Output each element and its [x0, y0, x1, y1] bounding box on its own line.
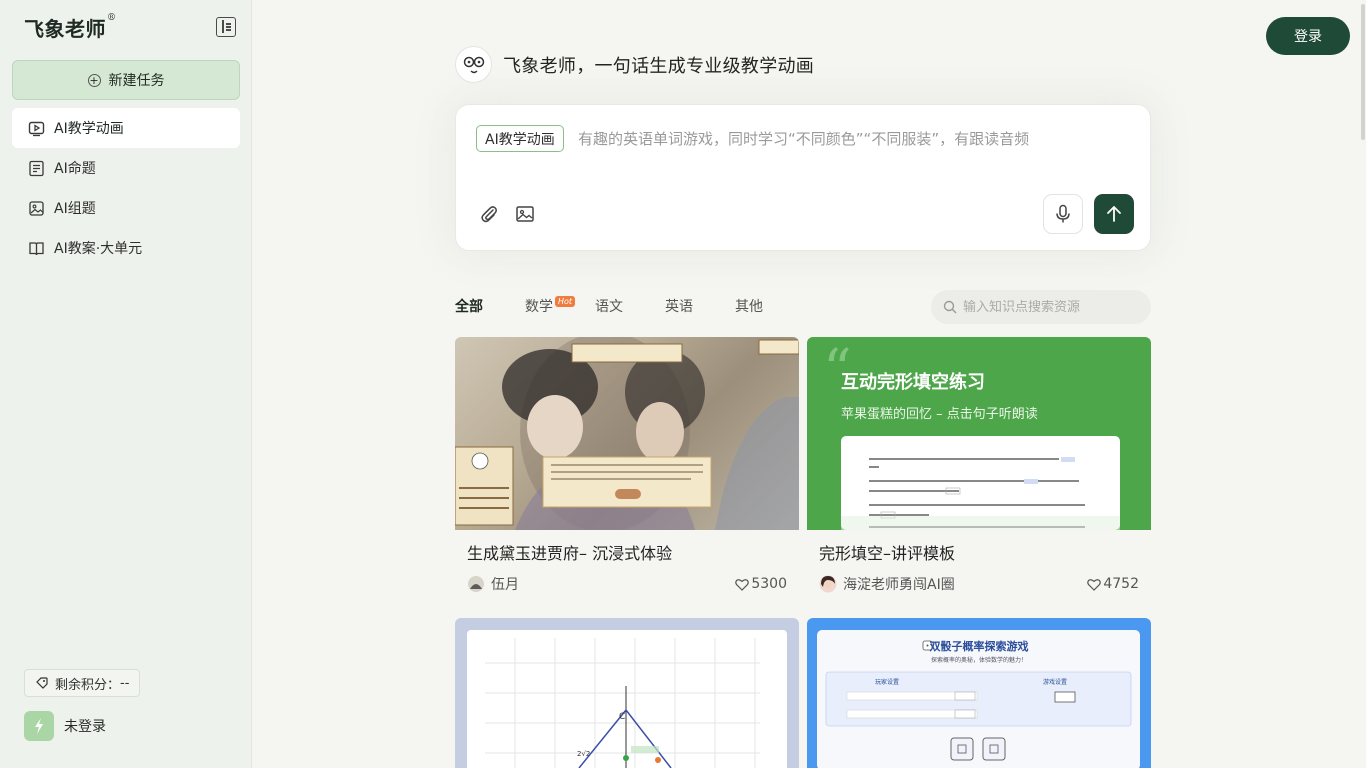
player-settings-label: 玩家设置	[875, 679, 900, 686]
points-badge: 剩余积分： --	[24, 669, 141, 697]
card-thumbnail	[455, 337, 799, 530]
author-avatar	[819, 575, 837, 593]
like-count: 4752	[1103, 576, 1139, 592]
login-button[interactable]: 登录	[1266, 17, 1350, 55]
resource-search[interactable]	[931, 290, 1151, 324]
author-name: 海淀老师勇闯AI圈	[843, 577, 955, 593]
app-logo[interactable]: 飞象老师®	[24, 13, 117, 42]
search-input[interactable]	[963, 299, 1143, 315]
user-profile[interactable]: 未登录	[24, 711, 106, 741]
sidebar-item-label: AI教案·大单元	[54, 241, 143, 257]
sidebar-collapse-icon[interactable]	[216, 17, 236, 37]
prompt-input[interactable]	[578, 125, 1128, 152]
points-value: --	[120, 675, 130, 691]
microphone-icon	[1056, 204, 1070, 223]
card-title: 完形填空–讲评模板	[819, 544, 956, 563]
card-daiyu[interactable]: 生成黛玉进贾府– 沉浸式体验 伍月 5300	[455, 337, 799, 594]
registered-mark: ®	[107, 12, 117, 23]
card-likes[interactable]: 5300	[735, 576, 787, 592]
send-button[interactable]	[1094, 194, 1134, 234]
thumb-subheading: 苹果蛋糕的回忆 – 点击句子听朗读	[841, 407, 1038, 422]
microphone-button[interactable]	[1043, 194, 1083, 234]
card-cloze[interactable]: “ 互动完形填空练习 苹果蛋糕的回忆 – 点击句子听朗读 完形填空–讲评模板 海…	[807, 337, 1151, 594]
user-status-label: 未登录	[64, 719, 106, 735]
page-scrollbar[interactable]	[1360, 0, 1366, 768]
tab-label: 英语	[665, 299, 693, 315]
prompt-box: AI教学动画	[455, 104, 1151, 251]
book-icon	[28, 240, 45, 257]
plus-icon: +	[87, 73, 101, 87]
card-dice-game[interactable]: 双骰子概率探索游戏 探索概率的奥秘，体验数学的魅力！ 玩家设置 游戏设置	[807, 618, 1151, 768]
hot-badge: Hot	[555, 296, 576, 307]
tab-other[interactable]: 其他	[735, 297, 763, 317]
card-thumbnail: “ 互动完形填空练习 苹果蛋糕的回忆 – 点击句子听朗读	[807, 337, 1151, 530]
logo-row: 飞象老师®	[24, 13, 236, 42]
sidebar-item-label: AI组题	[54, 201, 96, 217]
game-settings-label: 游戏设置	[1043, 679, 1068, 686]
sidebar-item-ai-animation[interactable]: AI教学动画	[12, 108, 240, 148]
sidebar: 飞象老师® + 新建任务 AI教学动画 AI命题 AI组题 AI教案·大单元 剩…	[0, 0, 252, 768]
hero: 飞象老师，一句话生成专业级教学动画	[455, 46, 814, 83]
points-label: 剩余积分：	[55, 677, 121, 693]
sidebar-item-ai-lesson-plan[interactable]: AI教案·大单元	[12, 228, 240, 268]
tab-chinese[interactable]: 语文	[595, 297, 623, 317]
new-task-label: 新建任务	[108, 73, 165, 89]
author-avatar	[468, 576, 484, 592]
card-meta: 海淀老师勇闯AI圈 4752	[819, 574, 1139, 594]
video-icon	[28, 120, 45, 137]
tab-all[interactable]: 全部	[455, 297, 483, 317]
scrollbar-thumb[interactable]	[1361, 4, 1365, 140]
avatar	[24, 711, 54, 741]
page-title: 飞象老师，一句话生成专业级教学动画	[503, 55, 815, 77]
card-author[interactable]: 海淀老师勇闯AI圈	[819, 574, 955, 594]
svg-text:2√2: 2√2	[577, 750, 590, 758]
card-geometry[interactable]: C 2√2	[455, 618, 799, 768]
tag-icon	[35, 676, 49, 690]
sidebar-item-label: AI教学动画	[54, 121, 124, 137]
tab-label: 其他	[735, 299, 763, 315]
sidebar-item-ai-compose[interactable]: AI组题	[12, 188, 240, 228]
category-tabs: 全部 数学 Hot 语文 英语 其他	[455, 296, 805, 317]
tab-label: 全部	[455, 299, 483, 315]
sidebar-nav: AI教学动画 AI命题 AI组题 AI教案·大单元	[12, 108, 240, 268]
thumb-heading: 双骰子概率探索游戏	[929, 640, 1029, 653]
card-likes[interactable]: 4752	[1087, 576, 1139, 592]
thumb-heading: 互动完形填空练习	[841, 372, 985, 393]
heart-icon	[735, 578, 750, 591]
image-stack-icon	[28, 200, 45, 217]
tab-english[interactable]: 英语	[665, 297, 693, 317]
tab-label: 数学	[525, 299, 553, 315]
card-thumbnail: C 2√2	[455, 618, 799, 768]
checklist-icon	[28, 160, 45, 177]
image-upload-icon[interactable]	[514, 203, 536, 225]
arrow-up-icon	[1107, 206, 1121, 222]
thumb-subheading: 探索概率的奥秘，体验数学的魅力！	[930, 657, 1027, 664]
worksheet-preview	[841, 436, 1120, 530]
heart-icon	[1087, 578, 1102, 591]
card-author[interactable]: 伍月	[467, 574, 519, 594]
search-icon	[943, 300, 957, 314]
like-count: 5300	[751, 576, 787, 592]
card-meta: 伍月 5300	[467, 574, 787, 594]
attachment-icon[interactable]	[478, 203, 500, 225]
card-thumbnail: 双骰子概率探索游戏 探索概率的奥秘，体验数学的魅力！ 玩家设置 游戏设置	[807, 618, 1151, 768]
author-name: 伍月	[491, 577, 519, 593]
tab-label: 语文	[595, 299, 623, 315]
card-title: 生成黛玉进贾府– 沉浸式体验	[467, 544, 673, 563]
sidebar-item-ai-questions[interactable]: AI命题	[12, 148, 240, 188]
sidebar-item-label: AI命题	[54, 161, 96, 177]
mode-chip[interactable]: AI教学动画	[476, 125, 564, 152]
tab-math[interactable]: 数学 Hot	[525, 296, 576, 317]
robot-icon	[455, 46, 492, 83]
svg-text:C: C	[619, 712, 625, 722]
new-task-button[interactable]: + 新建任务	[12, 60, 240, 100]
